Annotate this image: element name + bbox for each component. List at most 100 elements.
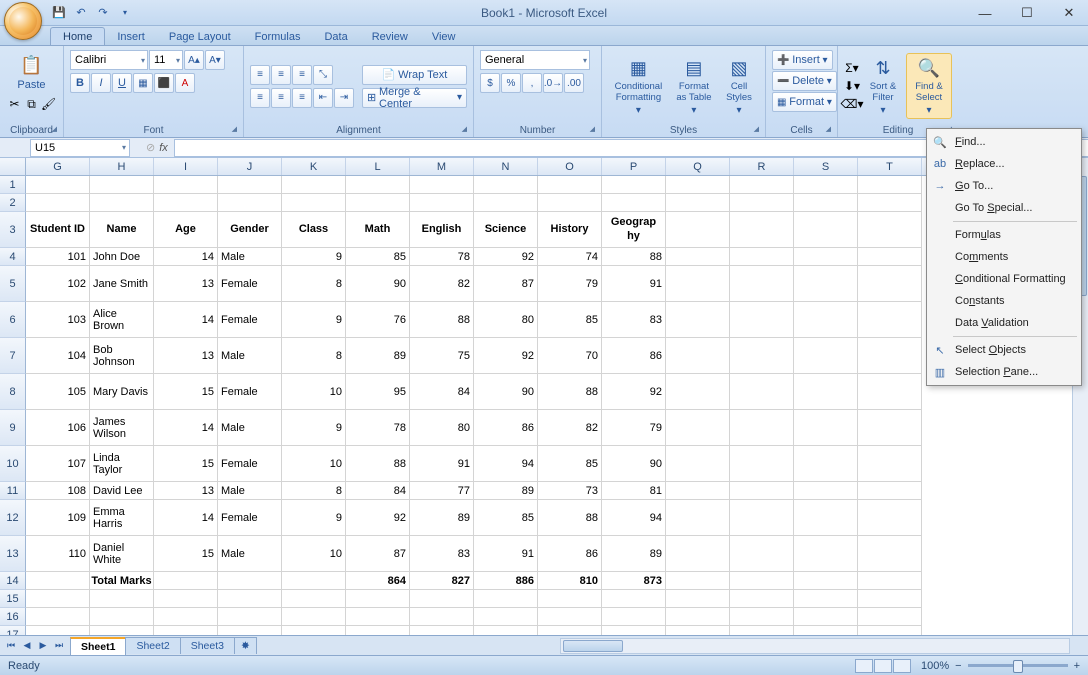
cell[interactable] (666, 482, 730, 500)
sheet-tab-3[interactable]: Sheet3 (180, 637, 235, 654)
cell[interactable]: 91 (474, 536, 538, 572)
tab-page-layout[interactable]: Page Layout (157, 28, 243, 45)
cell[interactable] (602, 176, 666, 194)
cell[interactable] (282, 176, 346, 194)
cell[interactable] (794, 212, 858, 248)
cell[interactable] (666, 536, 730, 572)
dropdown-goto-special[interactable]: Go To Special... (927, 197, 1081, 219)
cell[interactable]: 873 (602, 572, 666, 590)
cell[interactable]: 90 (602, 446, 666, 482)
cell[interactable] (858, 302, 922, 338)
cell[interactable] (666, 248, 730, 266)
row-header[interactable]: 14 (0, 572, 26, 590)
cell[interactable] (218, 626, 282, 635)
cell[interactable]: 88 (602, 248, 666, 266)
number-format-combo[interactable]: General (480, 50, 590, 70)
cell[interactable] (410, 626, 474, 635)
cell[interactable] (794, 374, 858, 410)
cell[interactable] (858, 572, 922, 590)
cell[interactable] (730, 266, 794, 302)
cell[interactable] (730, 248, 794, 266)
cell[interactable] (474, 608, 538, 626)
cell[interactable]: 10 (282, 374, 346, 410)
horizontal-scrollbar[interactable] (560, 638, 1070, 654)
cell[interactable]: 94 (474, 446, 538, 482)
cell[interactable] (474, 626, 538, 635)
cell[interactable] (730, 590, 794, 608)
minimize-button[interactable]: — (972, 3, 998, 23)
cell[interactable] (730, 626, 794, 635)
zoom-level[interactable]: 100% (921, 660, 949, 672)
cell[interactable]: 101 (26, 248, 90, 266)
cell[interactable] (410, 590, 474, 608)
cell[interactable]: Name (90, 212, 154, 248)
office-button[interactable] (4, 2, 42, 40)
cell[interactable] (794, 338, 858, 374)
cell[interactable] (794, 194, 858, 212)
cell[interactable] (794, 608, 858, 626)
page-break-view-icon[interactable] (893, 659, 911, 673)
cell[interactable]: 89 (474, 482, 538, 500)
cell[interactable]: 15 (154, 446, 218, 482)
cell[interactable]: Male (218, 248, 282, 266)
cell[interactable]: 85 (538, 446, 602, 482)
row-header[interactable]: 2 (0, 194, 26, 212)
save-icon[interactable]: 💾 (50, 4, 68, 22)
cell[interactable]: 88 (410, 302, 474, 338)
cell[interactable] (794, 410, 858, 446)
cell[interactable] (666, 500, 730, 536)
row-header[interactable]: 12 (0, 500, 26, 536)
cell[interactable] (794, 590, 858, 608)
cell[interactable]: 107 (26, 446, 90, 482)
cell[interactable] (666, 410, 730, 446)
cell[interactable]: Male (218, 482, 282, 500)
cell[interactable]: 8 (282, 266, 346, 302)
font-color-button[interactable]: A (175, 73, 195, 93)
cell[interactable] (666, 302, 730, 338)
cell[interactable]: 76 (346, 302, 410, 338)
cell[interactable] (858, 500, 922, 536)
cell[interactable] (90, 608, 154, 626)
dropdown-conditional-formatting[interactable]: Conditional Formatting (927, 268, 1081, 290)
cell[interactable] (90, 590, 154, 608)
column-header[interactable]: H (90, 158, 154, 175)
cell[interactable]: 70 (538, 338, 602, 374)
align-bottom-icon[interactable]: ≡ (292, 65, 312, 85)
format-cells-button[interactable]: ▦ Format ▾ (772, 92, 837, 112)
cell[interactable]: 74 (538, 248, 602, 266)
cell[interactable]: 102 (26, 266, 90, 302)
cell[interactable] (282, 608, 346, 626)
dropdown-find[interactable]: 🔍Find... (927, 131, 1081, 153)
cell[interactable]: 75 (410, 338, 474, 374)
font-name-combo[interactable]: Calibri (70, 50, 148, 70)
cell[interactable] (346, 176, 410, 194)
cell[interactable]: 109 (26, 500, 90, 536)
align-right-icon[interactable]: ≡ (292, 88, 312, 108)
normal-view-icon[interactable] (855, 659, 873, 673)
cell[interactable] (26, 194, 90, 212)
cell[interactable] (794, 266, 858, 302)
cell[interactable]: 886 (474, 572, 538, 590)
cell[interactable]: 92 (602, 374, 666, 410)
cell[interactable] (858, 338, 922, 374)
cell[interactable]: 9 (282, 410, 346, 446)
border-button[interactable]: ▦ (133, 73, 153, 93)
cell[interactable]: James Wilson (90, 410, 154, 446)
cell[interactable] (26, 608, 90, 626)
cell[interactable]: 82 (538, 410, 602, 446)
cell[interactable] (218, 194, 282, 212)
row-header[interactable]: 17 (0, 626, 26, 635)
decrease-font-icon[interactable]: A▾ (205, 50, 225, 70)
cell[interactable]: Alice Brown (90, 302, 154, 338)
decrease-decimal-icon[interactable]: .00 (564, 73, 584, 93)
cell[interactable] (730, 410, 794, 446)
cell[interactable] (538, 194, 602, 212)
cell[interactable]: Math (346, 212, 410, 248)
merge-center-button[interactable]: ⊞ Merge & Center ▾ (362, 88, 467, 108)
cell[interactable]: 9 (282, 500, 346, 536)
cell[interactable] (730, 572, 794, 590)
cell[interactable]: 79 (602, 410, 666, 446)
column-header[interactable]: R (730, 158, 794, 175)
cell[interactable]: 83 (410, 536, 474, 572)
cell[interactable]: 79 (538, 266, 602, 302)
